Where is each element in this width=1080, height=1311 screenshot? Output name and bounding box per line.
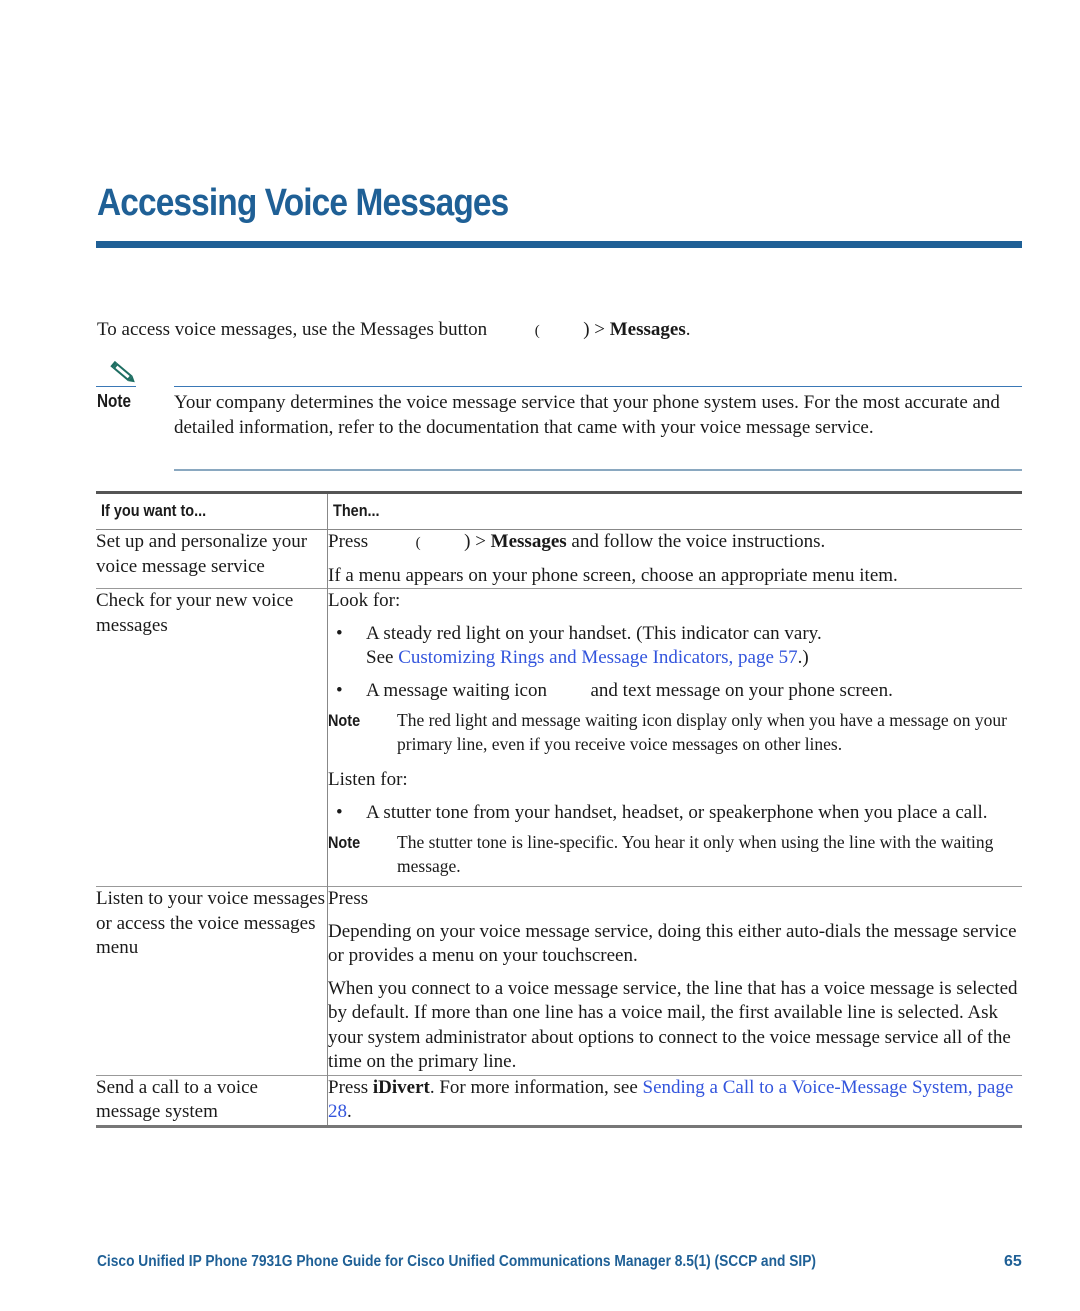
note-text: Your company determines the voice messag… <box>174 392 1000 438</box>
note-rule-left <box>96 386 136 387</box>
intro-messages-bold: Messages <box>609 319 686 340</box>
see-text: See <box>366 647 394 668</box>
bullet-text: A steady red light on your handset. (Thi… <box>366 622 822 644</box>
paren-close: ) <box>464 531 471 552</box>
intro-text: To access voice messages, use the Messag… <box>97 319 488 340</box>
list-item: • A stutter tone from your handset, head… <box>328 801 1022 826</box>
press-text: Press <box>328 531 369 552</box>
pencil-icon <box>110 360 135 383</box>
intro-end: . <box>685 319 691 340</box>
messages-bold: Messages <box>490 531 567 552</box>
table-row: Set up and personalize your voice messag… <box>96 529 1023 589</box>
row-want: Send a call to a voice message system <box>96 1075 328 1126</box>
table-row: Send a call to a voice message system Pr… <box>96 1075 1022 1126</box>
note-text: The stutter tone is line-specific. You h… <box>397 832 994 876</box>
row-want: Check for your new voice messages <box>96 588 328 887</box>
footer-title: Cisco Unified IP Phone 7931G Phone Guide… <box>97 1253 816 1270</box>
note-label: Note <box>97 391 131 411</box>
row-then: Look for: • A steady red light on your h… <box>328 589 1023 887</box>
note-label: Note <box>328 833 361 852</box>
mid-text: . For more information, see <box>429 1076 638 1098</box>
end-text: . <box>347 1101 352 1122</box>
bullet-icon: • <box>336 679 343 701</box>
idivert-bold: iDivert <box>372 1076 430 1098</box>
row-then: Press Depending on your voice message se… <box>328 887 1023 1076</box>
bullet-icon: • <box>336 622 343 644</box>
intro-arrow: > <box>594 319 605 340</box>
menu-hint: If a menu appears on your phone screen, … <box>328 564 898 586</box>
paren-open: ( <box>415 535 421 551</box>
bullet-icon: • <box>336 801 343 823</box>
arrow: > <box>475 531 486 552</box>
title-rule <box>96 241 1022 248</box>
press-text: Press <box>328 1076 369 1098</box>
header-if-you-want: If you want to... <box>96 492 328 530</box>
bullet-end: .) <box>797 647 809 668</box>
inner-note: Note The stutter tone is line-specific. … <box>328 831 1022 878</box>
bullet-text: A message waiting icon <box>366 679 547 701</box>
list-item: • A steady red light on your handset. (T… <box>328 622 1022 671</box>
table-row: Check for your new voice messages Look f… <box>96 588 1023 887</box>
row-then: Press ( ) > Messages and follow the voic… <box>328 530 1023 589</box>
row-then: Press iDivert. For more information, see… <box>328 1075 1023 1126</box>
page-title: Accessing Voice Messages <box>97 182 509 224</box>
inner-note: Note The red light and message waiting i… <box>328 709 1022 756</box>
rest-text: and follow the voice instructions. <box>571 531 826 552</box>
row-want: Listen to your voice messages or access … <box>96 886 328 1075</box>
note-label: Note <box>328 711 361 730</box>
header-then: Then... <box>333 501 380 520</box>
table-header-row: If you want to... Then... <box>96 492 1022 530</box>
look-for-label: Look for: <box>328 590 401 611</box>
intro-paragraph: To access voice messages, use the Messag… <box>97 319 690 341</box>
bullet-text: A stutter tone from your handset, headse… <box>366 801 988 823</box>
list-item: • A message waiting icon and text messag… <box>328 679 1022 704</box>
note-rule-bottom <box>174 469 1022 471</box>
note-rule-top <box>174 386 1022 387</box>
note-text: The red light and message waiting icon d… <box>397 710 1007 754</box>
actions-table: If you want to... Then... Set up and per… <box>96 491 1022 1128</box>
paragraph: Depending on your voice message service,… <box>328 920 1017 967</box>
press-text: Press <box>328 888 369 909</box>
bullet-text: and text message on your phone screen. <box>590 679 893 701</box>
listen-for-label: Listen for: <box>328 769 408 790</box>
intro-paren-open: ( <box>534 323 540 339</box>
intro-paren-close: ) <box>583 319 590 340</box>
paragraph: When you connect to a voice message serv… <box>328 977 1018 1073</box>
customizing-rings-link[interactable]: Customizing Rings and Message Indicators… <box>398 647 797 668</box>
page-number: 65 <box>1004 1253 1022 1270</box>
table-row: Listen to your voice messages or access … <box>96 886 1023 1076</box>
row-want: Set up and personalize your voice messag… <box>96 529 328 589</box>
